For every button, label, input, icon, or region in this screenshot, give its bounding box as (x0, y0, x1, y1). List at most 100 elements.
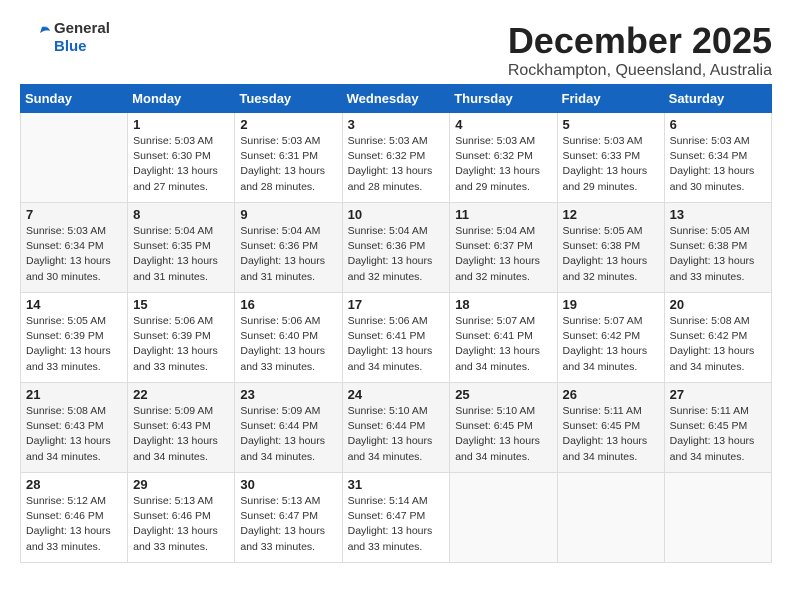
day-number: 12 (563, 207, 659, 222)
day-number: 24 (348, 387, 445, 402)
calendar-cell: 9 Sunrise: 5:04 AMSunset: 6:36 PMDaylight… (235, 203, 342, 293)
day-info: Sunrise: 5:05 AMSunset: 6:38 PMDaylight:… (563, 224, 659, 285)
day-number: 13 (670, 207, 766, 222)
weekday-header-row: SundayMondayTuesdayWednesdayThursdayFrid… (21, 85, 772, 113)
day-info: Sunrise: 5:06 AMSunset: 6:39 PMDaylight:… (133, 314, 229, 375)
calendar-cell (21, 113, 128, 203)
calendar-cell: 13Sunrise: 5:05 AMSunset: 6:38 PMDayligh… (664, 203, 771, 293)
calendar-cell: 8 Sunrise: 5:04 AMSunset: 6:35 PMDaylight… (128, 203, 235, 293)
day-number: 7 (26, 207, 122, 222)
day-info: Sunrise: 5:11 AMSunset: 6:45 PMDaylight:… (670, 404, 766, 465)
logo-blue-text: Blue (54, 38, 110, 56)
calendar-cell: 21 Sunrise: 5:08 AMSunset: 6:43 PMDayligh… (21, 383, 128, 473)
calendar-cell: 20 Sunrise: 5:08 AMSunset: 6:42 PMDayligh… (664, 293, 771, 383)
day-number: 20 (670, 297, 766, 312)
day-info: Sunrise: 5:04 AMSunset: 6:35 PMDaylight:… (133, 224, 229, 285)
calendar-cell: 3 Sunrise: 5:03 AMSunset: 6:32 PMDaylight… (342, 113, 450, 203)
day-info: Sunrise: 5:03 AMSunset: 6:31 PMDaylight:… (240, 134, 336, 195)
day-number: 25 (455, 387, 551, 402)
day-number: 8 (133, 207, 229, 222)
day-number: 9 (240, 207, 336, 222)
weekday-header-saturday: Saturday (664, 85, 771, 113)
calendar-table: SundayMondayTuesdayWednesdayThursdayFrid… (20, 84, 772, 563)
weekday-header-wednesday: Wednesday (342, 85, 450, 113)
day-info: Sunrise: 5:08 AMSunset: 6:43 PMDaylight:… (26, 404, 122, 465)
calendar-cell: 29 Sunrise: 5:13 AMSunset: 6:46 PMDayligh… (128, 473, 235, 563)
day-info: Sunrise: 5:04 AMSunset: 6:36 PMDaylight:… (240, 224, 336, 285)
day-number: 21 (26, 387, 122, 402)
day-info: Sunrise: 5:09 AMSunset: 6:44 PMDaylight:… (240, 404, 336, 465)
calendar-cell: 19 Sunrise: 5:07 AMSunset: 6:42 PMDayligh… (557, 293, 664, 383)
calendar-cell: 1 Sunrise: 5:03 AMSunset: 6:30 PMDaylight… (128, 113, 235, 203)
calendar-cell: 23 Sunrise: 5:09 AMSunset: 6:44 PMDayligh… (235, 383, 342, 473)
day-info: Sunrise: 5:06 AMSunset: 6:40 PMDaylight:… (240, 314, 336, 375)
day-number: 28 (26, 477, 122, 492)
weekday-header-sunday: Sunday (21, 85, 128, 113)
day-number: 29 (133, 477, 229, 492)
day-number: 15 (133, 297, 229, 312)
day-info: Sunrise: 5:03 AMSunset: 6:34 PMDaylight:… (670, 134, 766, 195)
weekday-header-thursday: Thursday (450, 85, 557, 113)
day-info: Sunrise: 5:03 AMSunset: 6:30 PMDaylight:… (133, 134, 229, 195)
day-number: 31 (348, 477, 445, 492)
weekday-header-friday: Friday (557, 85, 664, 113)
day-number: 11 (455, 207, 551, 222)
day-number: 4 (455, 117, 551, 132)
calendar-header: SundayMondayTuesdayWednesdayThursdayFrid… (21, 85, 772, 113)
day-number: 18 (455, 297, 551, 312)
logo-bird-icon (20, 25, 50, 51)
day-info: Sunrise: 5:07 AMSunset: 6:42 PMDaylight:… (563, 314, 659, 375)
weekday-header-tuesday: Tuesday (235, 85, 342, 113)
calendar-cell: 12 Sunrise: 5:05 AMSunset: 6:38 PMDayligh… (557, 203, 664, 293)
calendar-week-row: 1 Sunrise: 5:03 AMSunset: 6:30 PMDaylight… (21, 113, 772, 203)
page-header: General Blue December 2025 Rockhampton, … (20, 20, 772, 80)
day-number: 27 (670, 387, 766, 402)
day-info: Sunrise: 5:10 AMSunset: 6:45 PMDaylight:… (455, 404, 551, 465)
calendar-cell: 17 Sunrise: 5:06 AMSunset: 6:41 PMDayligh… (342, 293, 450, 383)
calendar-cell: 26 Sunrise: 5:11 AMSunset: 6:45 PMDayligh… (557, 383, 664, 473)
day-info: Sunrise: 5:03 AMSunset: 6:33 PMDaylight:… (563, 134, 659, 195)
day-number: 14 (26, 297, 122, 312)
calendar-cell (450, 473, 557, 563)
calendar-cell: 6 Sunrise: 5:03 AMSunset: 6:34 PMDaylight… (664, 113, 771, 203)
logo-container: General Blue (20, 20, 110, 56)
calendar-cell: 28Sunrise: 5:12 AMSunset: 6:46 PMDayligh… (21, 473, 128, 563)
day-info: Sunrise: 5:11 AMSunset: 6:45 PMDaylight:… (563, 404, 659, 465)
day-info: Sunrise: 5:04 AMSunset: 6:37 PMDaylight:… (455, 224, 551, 285)
calendar-cell: 11 Sunrise: 5:04 AMSunset: 6:37 PMDayligh… (450, 203, 557, 293)
day-number: 23 (240, 387, 336, 402)
day-number: 19 (563, 297, 659, 312)
day-number: 1 (133, 117, 229, 132)
calendar-cell: 14 Sunrise: 5:05 AMSunset: 6:39 PMDayligh… (21, 293, 128, 383)
calendar-week-row: 14 Sunrise: 5:05 AMSunset: 6:39 PMDayligh… (21, 293, 772, 383)
logo-general-text: General (54, 20, 110, 38)
calendar-week-row: 21 Sunrise: 5:08 AMSunset: 6:43 PMDayligh… (21, 383, 772, 473)
calendar-cell: 18Sunrise: 5:07 AMSunset: 6:41 PMDayligh… (450, 293, 557, 383)
day-info: Sunrise: 5:13 AMSunset: 6:46 PMDaylight:… (133, 494, 229, 555)
day-number: 3 (348, 117, 445, 132)
day-info: Sunrise: 5:05 AMSunset: 6:39 PMDaylight:… (26, 314, 122, 375)
calendar-cell: 7 Sunrise: 5:03 AMSunset: 6:34 PMDaylight… (21, 203, 128, 293)
location-title: Rockhampton, Queensland, Australia (508, 62, 772, 80)
calendar-body: 1 Sunrise: 5:03 AMSunset: 6:30 PMDaylight… (21, 113, 772, 563)
calendar-cell (664, 473, 771, 563)
day-info: Sunrise: 5:03 AMSunset: 6:34 PMDaylight:… (26, 224, 122, 285)
day-info: Sunrise: 5:03 AMSunset: 6:32 PMDaylight:… (348, 134, 445, 195)
day-info: Sunrise: 5:06 AMSunset: 6:41 PMDaylight:… (348, 314, 445, 375)
calendar-cell: 5Sunrise: 5:03 AMSunset: 6:33 PMDaylight… (557, 113, 664, 203)
day-number: 6 (670, 117, 766, 132)
calendar-cell: 16Sunrise: 5:06 AMSunset: 6:40 PMDayligh… (235, 293, 342, 383)
calendar-cell: 15 Sunrise: 5:06 AMSunset: 6:39 PMDayligh… (128, 293, 235, 383)
day-info: Sunrise: 5:09 AMSunset: 6:43 PMDaylight:… (133, 404, 229, 465)
calendar-week-row: 28Sunrise: 5:12 AMSunset: 6:46 PMDayligh… (21, 473, 772, 563)
day-number: 26 (563, 387, 659, 402)
calendar-cell: 2Sunrise: 5:03 AMSunset: 6:31 PMDaylight… (235, 113, 342, 203)
day-info: Sunrise: 5:08 AMSunset: 6:42 PMDaylight:… (670, 314, 766, 375)
day-info: Sunrise: 5:04 AMSunset: 6:36 PMDaylight:… (348, 224, 445, 285)
calendar-cell: 22Sunrise: 5:09 AMSunset: 6:43 PMDayligh… (128, 383, 235, 473)
title-area: December 2025 Rockhampton, Queensland, A… (508, 20, 772, 80)
day-info: Sunrise: 5:03 AMSunset: 6:32 PMDaylight:… (455, 134, 551, 195)
day-info: Sunrise: 5:10 AMSunset: 6:44 PMDaylight:… (348, 404, 445, 465)
day-number: 17 (348, 297, 445, 312)
calendar-cell: 30Sunrise: 5:13 AMSunset: 6:47 PMDayligh… (235, 473, 342, 563)
